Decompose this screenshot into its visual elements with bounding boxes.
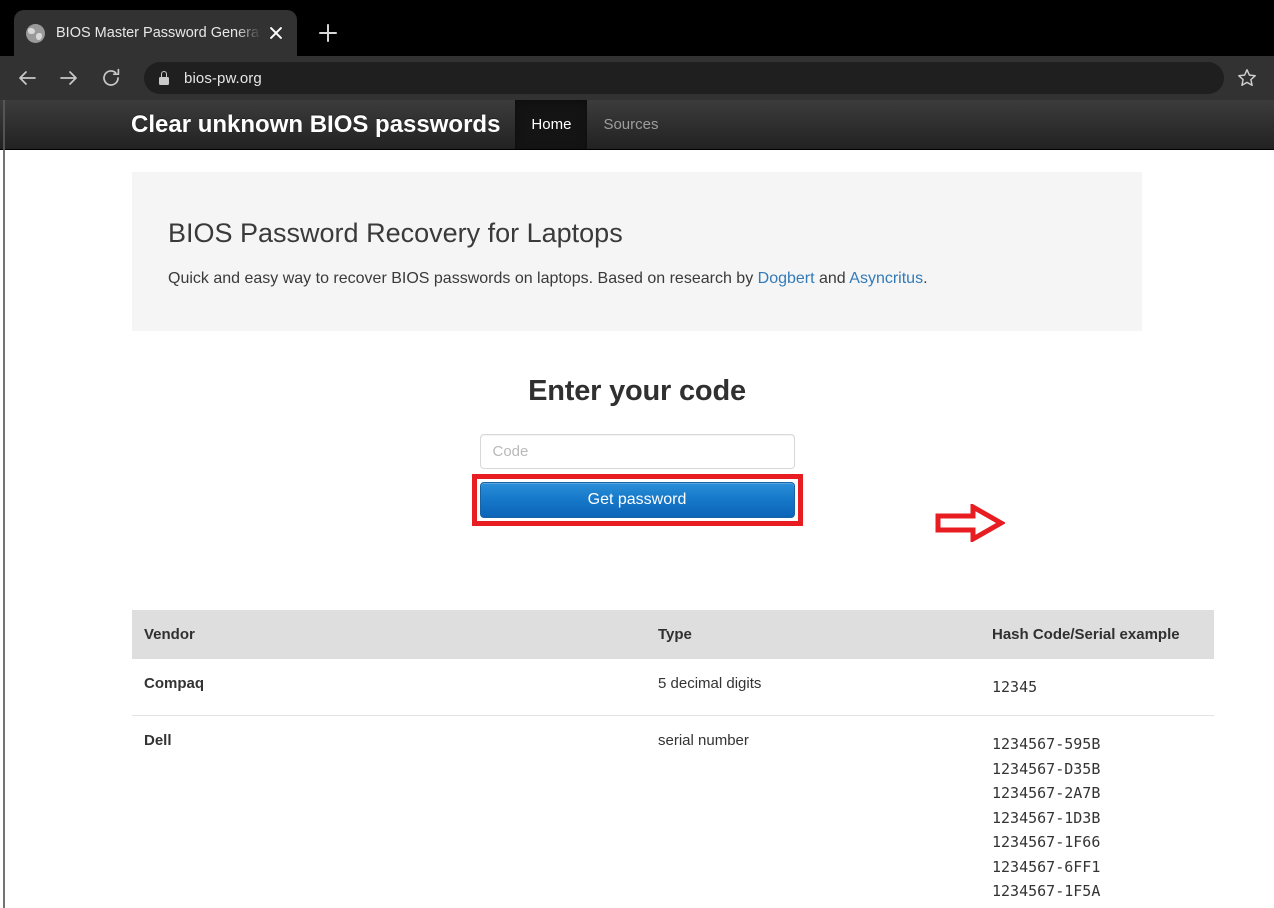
tab-title: BIOS Master Password Generator (56, 25, 261, 41)
url-text: bios-pw.org (184, 70, 262, 87)
red-arrow-annotation (935, 504, 1005, 542)
lead-text-prefix: Quick and easy way to recover BIOS passw… (168, 270, 758, 287)
column-header-hash: Hash Code/Serial example (980, 610, 1214, 659)
code-form-section: Enter your code Get password (132, 375, 1142, 518)
cell-type: serial number (646, 716, 980, 908)
browser-window: BIOS Master Password Generator bios-pw.o… (0, 0, 1274, 908)
close-icon[interactable] (265, 22, 287, 44)
table-row: Compaq 5 decimal digits 12345 (132, 659, 1214, 716)
column-header-vendor: Vendor (132, 610, 646, 659)
link-asyncritus[interactable]: Asyncritus (849, 270, 923, 287)
back-icon[interactable] (10, 61, 44, 95)
new-tab-button[interactable] (311, 16, 345, 50)
cell-hash: 12345 (980, 659, 1214, 716)
table-header-row: Vendor Type Hash Code/Serial example (132, 610, 1214, 659)
link-dogbert[interactable]: Dogbert (758, 270, 815, 287)
jumbotron: BIOS Password Recovery for Laptops Quick… (132, 172, 1142, 331)
bookmark-star-icon[interactable] (1230, 61, 1264, 95)
column-header-type: Type (646, 610, 980, 659)
page-viewport: Clear unknown BIOS passwords Home Source… (0, 100, 1274, 908)
form-heading: Enter your code (132, 375, 1142, 408)
table-head: Vendor Type Hash Code/Serial example (132, 610, 1214, 659)
address-bar[interactable]: bios-pw.org (144, 62, 1224, 94)
lock-icon (158, 71, 170, 85)
nav-item-home[interactable]: Home (515, 100, 587, 149)
site-navbar: Clear unknown BIOS passwords Home Source… (0, 100, 1274, 150)
browser-tab[interactable]: BIOS Master Password Generator (14, 10, 297, 56)
vendor-table: Vendor Type Hash Code/Serial example Com… (132, 610, 1214, 908)
page-title: BIOS Password Recovery for Laptops (168, 218, 1106, 249)
lead-text-suffix: . (923, 270, 927, 287)
content-container: BIOS Password Recovery for Laptops Quick… (132, 172, 1142, 908)
form-wrapper: Get password (480, 434, 795, 518)
globe-icon (26, 24, 45, 43)
jumbotron-lead: Quick and easy way to recover BIOS passw… (168, 267, 1106, 291)
code-input[interactable] (480, 434, 795, 469)
window-left-edge (3, 100, 5, 908)
forward-icon[interactable] (52, 61, 86, 95)
cell-vendor: Compaq (132, 659, 646, 716)
cell-vendor: Dell (132, 716, 646, 908)
tab-strip: BIOS Master Password Generator (0, 0, 1274, 56)
site-brand[interactable]: Clear unknown BIOS passwords (131, 100, 515, 149)
nav-item-sources[interactable]: Sources (587, 100, 674, 149)
cell-hash: 1234567-595B 1234567-D35B 1234567-2A7B 1… (980, 716, 1214, 908)
get-password-button[interactable]: Get password (480, 482, 795, 518)
reload-icon[interactable] (94, 61, 128, 95)
table-body: Compaq 5 decimal digits 12345 Dell seria… (132, 659, 1214, 908)
submit-wrapper: Get password (480, 482, 795, 518)
table-row: Dell serial number 1234567-595B 1234567-… (132, 716, 1214, 908)
lead-text-middle: and (815, 270, 850, 287)
browser-toolbar: bios-pw.org (0, 56, 1274, 100)
cell-type: 5 decimal digits (646, 659, 980, 716)
